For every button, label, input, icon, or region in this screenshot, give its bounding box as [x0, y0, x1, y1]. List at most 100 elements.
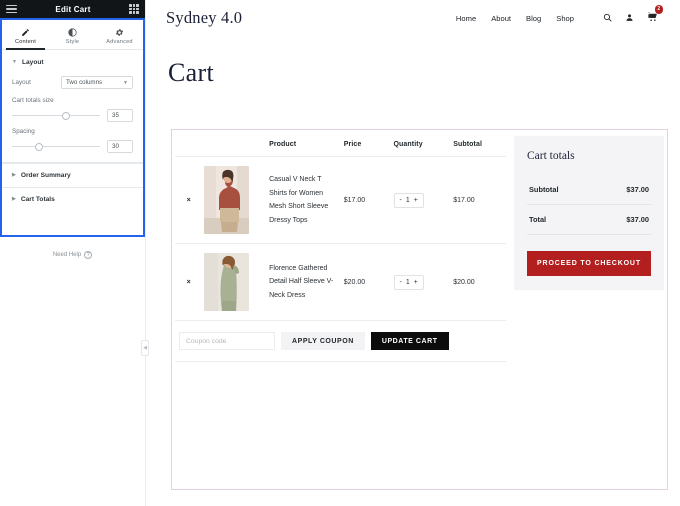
quantity-decrement-button[interactable]: -: [400, 279, 402, 286]
section-order-summary[interactable]: ▶ Order Summary: [2, 163, 143, 187]
nav-item-shop[interactable]: Shop: [556, 14, 574, 23]
cart-totals-panel: Cart totals Subtotal $37.00 Total $37.00: [514, 136, 664, 290]
nav-item-blog[interactable]: Blog: [526, 14, 541, 23]
quantity-increment-button[interactable]: +: [414, 279, 418, 286]
quantity-stepper[interactable]: - 1 +: [393, 274, 424, 290]
proceed-to-checkout-button[interactable]: PROCEED TO CHECKOUT: [527, 251, 651, 276]
nav-item-about[interactable]: About: [491, 14, 511, 23]
editor-panel: Edit Cart Content Style Advanced ▼ Layou…: [0, 0, 145, 506]
need-help-label: Need Help: [52, 252, 82, 258]
panel-collapse-handle[interactable]: ◀: [141, 340, 149, 356]
product-thumbnail[interactable]: [204, 253, 250, 311]
section-layout-header[interactable]: ▼ Layout: [2, 50, 143, 73]
cart-icon[interactable]: 2: [647, 5, 663, 27]
total-value: $37.00: [599, 204, 651, 235]
control-spacing: Spacing 30: [2, 124, 143, 155]
tab-style[interactable]: Style: [49, 20, 96, 49]
site-logo[interactable]: Sydney 4.0: [166, 8, 242, 28]
hamburger-icon[interactable]: [6, 4, 17, 14]
tab-style-label: Style: [65, 38, 80, 45]
remove-item-cell: ×: [175, 156, 203, 244]
quantity-value[interactable]: 1: [406, 197, 410, 204]
slider-knob[interactable]: [62, 111, 71, 120]
product-name-cell: Florence Gathered Detail Half Sleeve V-N…: [267, 243, 342, 321]
site-preview: Sydney 4.0 Home About Blog Shop 2 Cart P…: [145, 0, 680, 506]
coupon-input[interactable]: Coupon code: [179, 332, 275, 350]
th-price: Price: [341, 133, 392, 157]
update-cart-button[interactable]: UPDATE CART: [370, 332, 449, 350]
page-title: Cart: [168, 58, 214, 87]
need-help-link[interactable]: Need Help ?: [0, 251, 145, 259]
slider-track: [12, 145, 100, 148]
cart-widget[interactable]: Product Price Quantity Subtotal × Casual…: [171, 129, 668, 490]
th-product: Product: [267, 133, 342, 157]
search-icon[interactable]: [603, 9, 612, 27]
quantity-increment-button[interactable]: +: [414, 197, 418, 204]
panel-tabs: Content Style Advanced: [2, 20, 143, 50]
th-subtotal: Subtotal: [451, 133, 506, 157]
spacing-slider[interactable]: [12, 142, 100, 152]
table-row: ×: [175, 243, 506, 321]
cart-totals-title: Cart totals: [527, 150, 575, 162]
spacing-input[interactable]: 30: [107, 140, 133, 153]
slider-knob[interactable]: [34, 142, 43, 151]
tab-content-label: Content: [15, 38, 36, 45]
cart-totals-size-slider[interactable]: [12, 111, 100, 121]
section-cart-totals[interactable]: ▶ Cart Totals: [2, 187, 143, 211]
product-name[interactable]: Florence Gathered Detail Half Sleeve V-N…: [269, 265, 333, 299]
remove-item-cell: ×: [175, 243, 203, 321]
control-spacing-label: Spacing: [12, 128, 35, 135]
subtotal-value: $37.00: [599, 175, 651, 205]
totals-row-subtotal: Subtotal $37.00: [527, 175, 651, 205]
product-price: $20.00: [341, 243, 392, 321]
main-nav: Home About Blog Shop 2: [456, 5, 663, 27]
product-thumbnail[interactable]: [204, 166, 250, 234]
subtotal-label: Subtotal: [527, 175, 599, 205]
gear-icon: [115, 28, 124, 37]
remove-item-button[interactable]: ×: [187, 197, 191, 204]
elementor-editor: Edit Cart Content Style Advanced ▼ Layou…: [0, 0, 680, 506]
apply-coupon-button[interactable]: APPLY COUPON: [281, 332, 365, 350]
site-header: Sydney 4.0 Home About Blog Shop 2: [146, 0, 680, 36]
coupon-placeholder: Coupon code: [186, 337, 227, 345]
remove-item-button[interactable]: ×: [187, 279, 191, 286]
section-order-summary-label: Order Summary: [20, 172, 71, 179]
control-cart-totals-size-label: Cart totals size: [12, 97, 54, 104]
coupon-row: Coupon code APPLY COUPON UPDATE CART: [175, 321, 506, 362]
contrast-circle-icon: [68, 27, 77, 37]
chevron-down-icon: ▼: [12, 59, 17, 65]
quantity-stepper[interactable]: - 1 +: [393, 192, 424, 208]
user-icon[interactable]: [625, 9, 634, 27]
nav-item-home[interactable]: Home: [456, 14, 476, 23]
product-name-cell: Casual V Neck T Shirts for Women Mesh Sh…: [267, 156, 342, 244]
panel-header: Edit Cart: [0, 0, 145, 18]
tab-advanced[interactable]: Advanced: [96, 20, 143, 49]
header-icons: 2: [603, 5, 663, 27]
table-row: ×: [175, 156, 506, 244]
th-quantity: Quantity: [391, 133, 452, 157]
product-name[interactable]: Casual V Neck T Shirts for Women Mesh Sh…: [269, 176, 328, 224]
product-image-cell: [202, 243, 268, 321]
cart-count-badge: 2: [654, 5, 663, 14]
panel-title: Edit Cart: [55, 4, 91, 14]
tab-advanced-label: Advanced: [106, 38, 133, 45]
control-cart-totals-size: Cart totals size 35: [2, 93, 143, 124]
tab-content[interactable]: Content: [2, 20, 49, 50]
grid-icon[interactable]: [129, 4, 139, 14]
question-circle-icon: ?: [84, 251, 93, 259]
th-image: [202, 133, 268, 157]
quantity-value[interactable]: 1: [406, 279, 410, 286]
cart-totals-size-input[interactable]: 35: [107, 109, 133, 122]
quantity-decrement-button[interactable]: -: [400, 197, 402, 204]
slider-track: [12, 114, 100, 117]
section-layout-title: Layout: [21, 59, 44, 66]
product-image-cell: [202, 156, 268, 244]
th-remove: [175, 133, 203, 157]
chevron-right-icon: ▶: [12, 172, 16, 178]
chevron-down-icon: ▼: [123, 79, 128, 86]
pencil-icon: [21, 28, 30, 37]
layout-select[interactable]: Two columns ▼: [61, 76, 133, 89]
panel-body: Content Style Advanced ▼ Layout Layout T…: [0, 18, 145, 237]
cart-table-header-row: Product Price Quantity Subtotal: [175, 133, 506, 157]
product-price: $17.00: [341, 156, 392, 244]
